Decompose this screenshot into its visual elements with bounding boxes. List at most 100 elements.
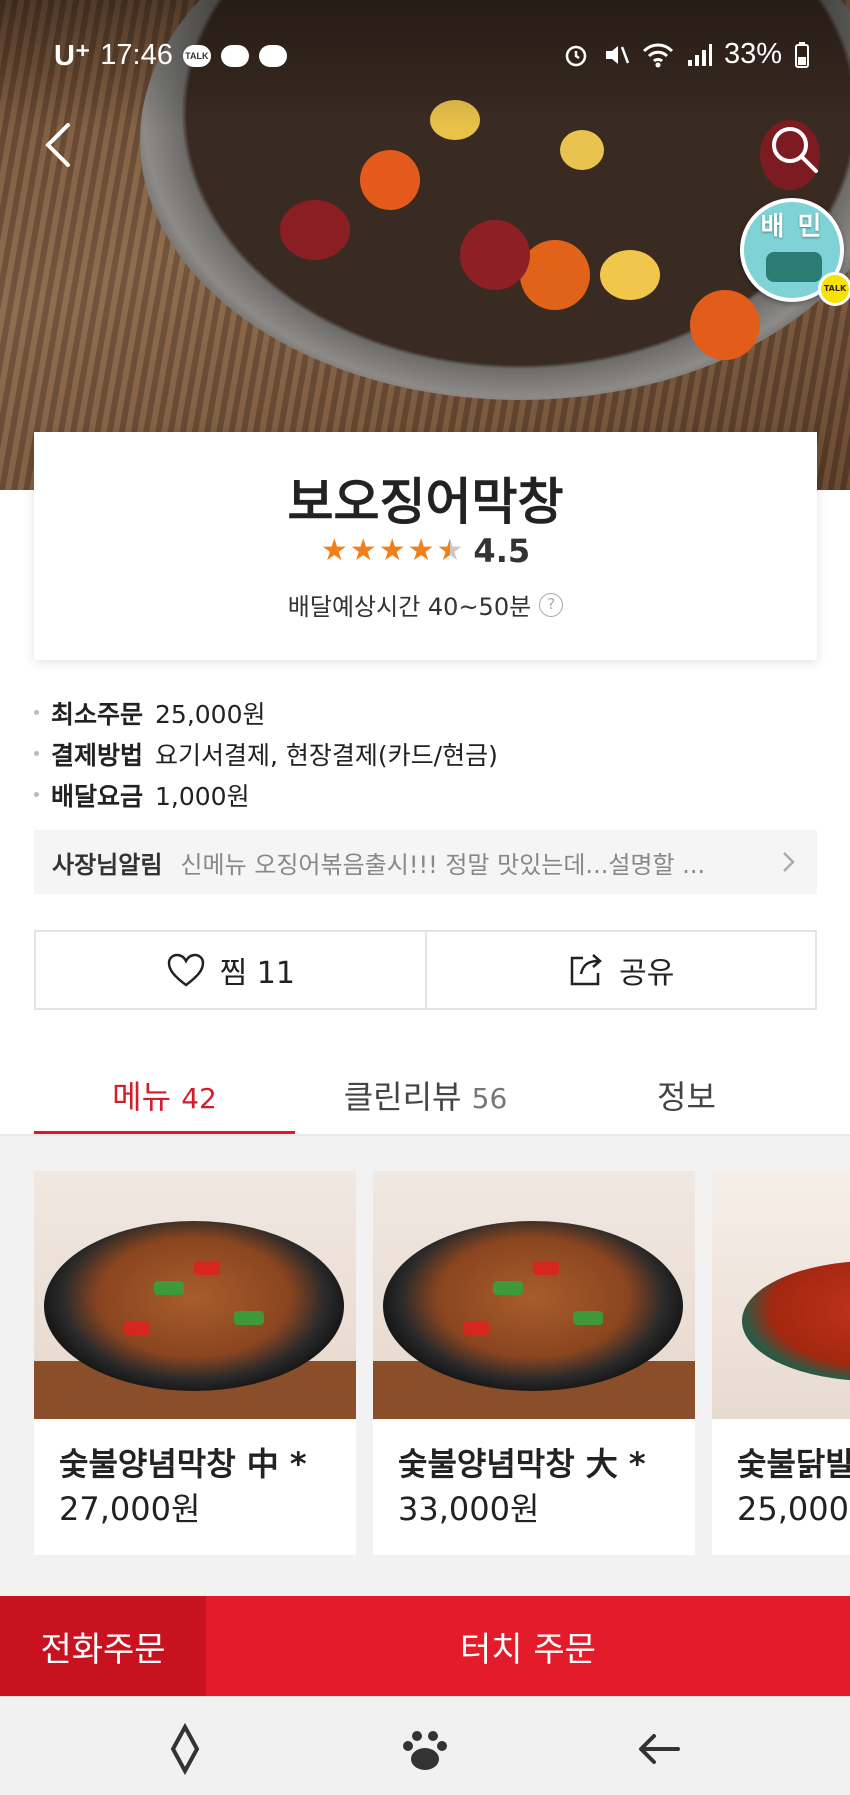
info-min-order: 최소주문 25,000원: [34, 692, 817, 733]
spicy-dish: [742, 1261, 850, 1381]
talk-notification-icon: TALK: [182, 44, 211, 67]
help-icon[interactable]: ?: [539, 592, 564, 617]
menu-price: 27,000원: [59, 1490, 201, 1528]
paw-icon: [403, 1731, 447, 1770]
chevron-right-icon: [783, 852, 795, 872]
share-button[interactable]: 공유: [424, 932, 816, 1008]
red-pepper: [533, 1261, 559, 1275]
tab-info[interactable]: 정보: [556, 1060, 817, 1136]
grill-pan: [383, 1221, 683, 1391]
jujube: [280, 200, 350, 260]
tab-count: 56: [471, 1082, 508, 1115]
delivery-eta: 배달예상시간 40~50분 ?: [34, 587, 817, 622]
menu-carousel[interactable]: 숯불양념막창 中 * 27,000원 숯불양념막창 大 * 33,000원 숯불…: [0, 1136, 850, 1596]
menu-price: 25,000원: [737, 1490, 850, 1528]
tab-menu[interactable]: 메뉴 42: [34, 1060, 295, 1136]
action-row: 찜 11 공유: [34, 930, 817, 1010]
search-button[interactable]: [760, 115, 830, 185]
chat-badge-label: 배 민: [760, 212, 824, 242]
info-payment: 결제방법 요기서결제, 현장결제(카드/현금): [34, 733, 817, 774]
store-name: 보오징어막창: [287, 473, 564, 531]
chestnut: [560, 130, 604, 170]
scooter-icon: [766, 252, 822, 282]
touch-order-button[interactable]: 터치 주문: [206, 1596, 850, 1696]
menu-name: 숯불양념막창 大 *: [398, 1445, 646, 1483]
red-pepper: [463, 1321, 489, 1335]
info-delivery-fee: 배달요금 1,000원: [34, 774, 817, 815]
bullet: [34, 792, 39, 797]
like-button[interactable]: 찜 11: [36, 932, 425, 1008]
info-label: 배달요금: [51, 781, 144, 811]
alarm-icon: [565, 45, 587, 66]
tab-clean-review[interactable]: 클린리뷰 56: [295, 1060, 556, 1136]
back-icon: [639, 1734, 680, 1764]
menu-image: [712, 1171, 850, 1419]
system-back-button[interactable]: [630, 1719, 690, 1779]
red-pepper: [194, 1261, 220, 1275]
eta-text: 배달예상시간 40~50분: [287, 593, 532, 621]
star-icon: ★: [378, 533, 406, 568]
green-pepper: [573, 1311, 603, 1325]
phone-order-button[interactable]: 전화주문: [0, 1596, 206, 1696]
store-info-card: 보오징어막창 ★ ★ ★ ★ ★ 4.5 배달예상시간 40~50분 ?: [34, 432, 817, 660]
system-navigation-bar: [0, 1696, 850, 1795]
signal-icon: [687, 43, 712, 66]
rating-stars: ★ ★ ★ ★ ★: [321, 534, 464, 568]
rating-row: ★ ★ ★ ★ ★ 4.5: [34, 532, 817, 570]
notice-text: 신메뉴 오징어볶음출시!!! 정말 맛있는데...설명할 ...: [180, 850, 706, 879]
menu-name: 숯불양념막창 中 *: [59, 1445, 307, 1483]
store-tabs: 메뉴 42 클린리뷰 56 정보: [34, 1060, 817, 1136]
share-icon: [570, 954, 603, 986]
green-pepper: [234, 1311, 264, 1325]
home-button[interactable]: [395, 1719, 455, 1779]
wifi-icon: [642, 43, 674, 67]
battery-percent: 33%: [723, 38, 782, 70]
menu-price: 33,000원: [398, 1490, 540, 1528]
tab-label: 클린리뷰: [343, 1078, 462, 1116]
share-label: 공유: [619, 956, 675, 991]
carrier-label: U⁺: [54, 40, 91, 72]
jujube: [460, 220, 530, 290]
info-value: 1,000원: [155, 781, 250, 811]
bullet: [34, 710, 39, 715]
green-pepper: [493, 1281, 523, 1295]
star-icon: ★: [407, 533, 435, 568]
info-value: 25,000원: [155, 699, 266, 729]
grill-pan: [44, 1221, 344, 1391]
chat-bubble-icon: [220, 44, 249, 67]
menu-card[interactable]: 숯불양념막창 中 * 27,000원: [34, 1171, 356, 1555]
half-star-icon: ★: [436, 533, 464, 568]
tab-label: 정보: [657, 1078, 716, 1116]
bullet: [34, 751, 39, 756]
status-time: 17:46: [100, 39, 173, 71]
like-label: 찜 11: [219, 956, 295, 991]
tab-label: 메뉴: [112, 1078, 172, 1116]
kakao-talk-icon: TALK: [818, 272, 850, 306]
info-label: 결제방법: [51, 740, 144, 770]
info-label: 최소주문: [51, 699, 144, 729]
star-icon: ★: [349, 533, 377, 568]
menu-card[interactable]: 숯불양념막창 大 * 33,000원: [373, 1171, 695, 1555]
baemin-chat-button[interactable]: 배 민 TALK: [740, 198, 850, 306]
red-pepper: [124, 1321, 150, 1335]
back-arrow-icon: [45, 123, 70, 167]
status-bar: U⁺ 17:46 TALK 33%: [0, 0, 850, 110]
rating-value: 4.5: [473, 532, 531, 570]
menu-image: [373, 1171, 695, 1419]
heart-icon: [167, 953, 204, 987]
back-button[interactable]: [30, 115, 90, 175]
home-diamond-icon: [170, 1722, 200, 1776]
info-value: 요기서결제, 현장결제(카드/현금): [155, 740, 498, 770]
notice-label: 사장님알림: [52, 850, 163, 879]
carrot-slice: [520, 240, 590, 310]
menu-image: [34, 1171, 356, 1419]
carrot-slice: [690, 290, 760, 360]
green-pepper: [154, 1281, 184, 1295]
star-icon: ★: [320, 533, 348, 568]
search-icon: [772, 127, 818, 173]
tab-count: 42: [181, 1082, 217, 1115]
owner-notice[interactable]: 사장님알림 신메뉴 오징어볶음출시!!! 정말 맛있는데...설명할 ...: [34, 830, 817, 894]
menu-name: 숯불닭발: [737, 1445, 850, 1483]
menu-card[interactable]: 숯불닭발 25,000원: [712, 1171, 850, 1555]
recent-apps-button[interactable]: [155, 1719, 215, 1779]
